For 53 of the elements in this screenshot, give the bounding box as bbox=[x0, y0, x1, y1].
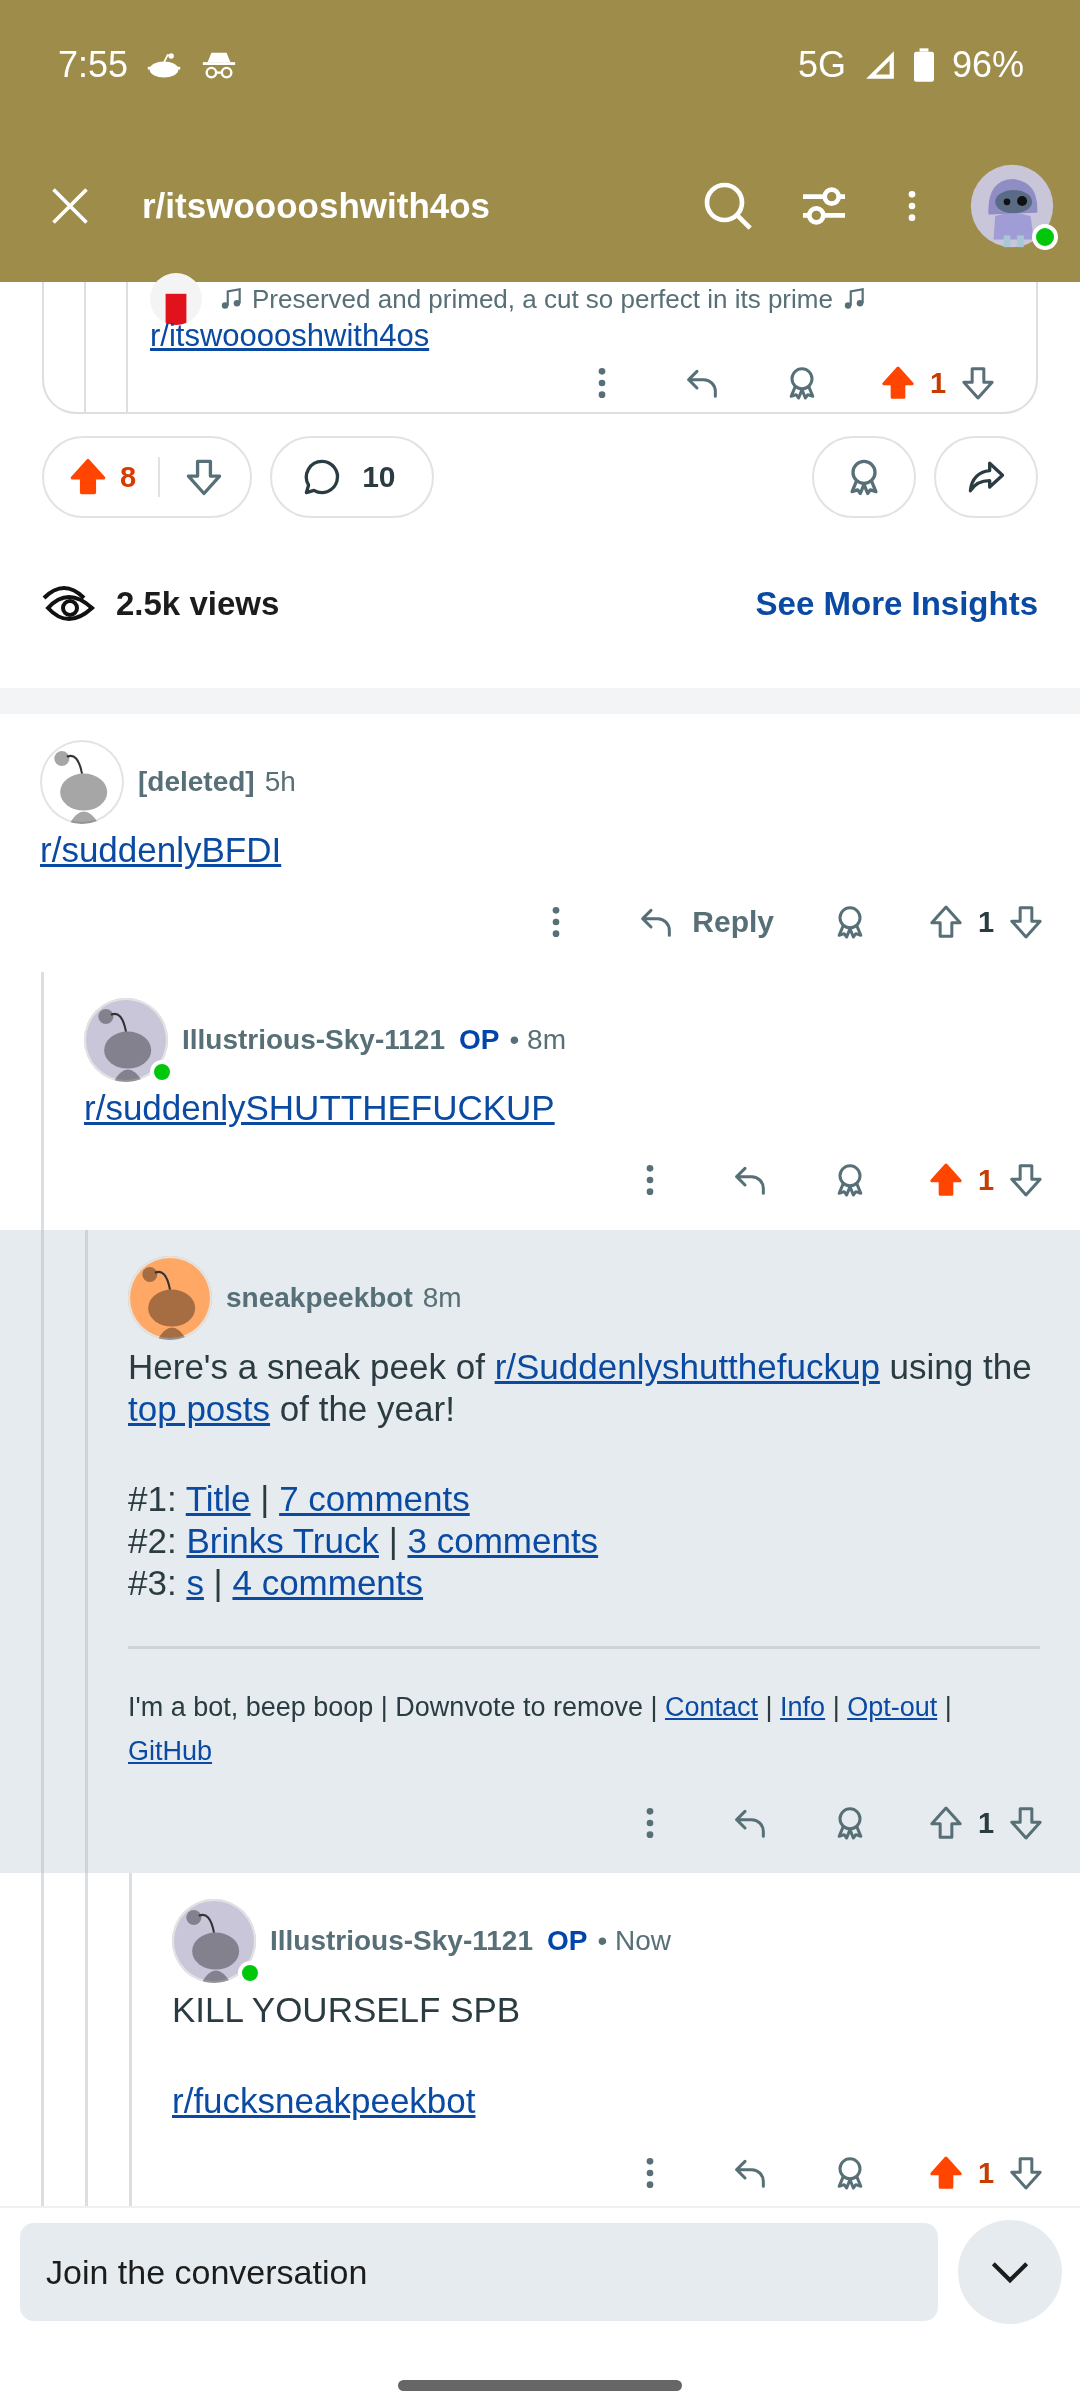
link[interactable]: 7 comments bbox=[279, 1479, 470, 1518]
link[interactable]: r/fucksneakpeekbot bbox=[172, 2079, 476, 2123]
op-label: OP bbox=[459, 1024, 500, 1056]
vote-count: 1 bbox=[976, 1163, 996, 1197]
avatar-icon[interactable] bbox=[150, 273, 202, 325]
link[interactable]: 3 comments bbox=[407, 1521, 599, 1560]
link[interactable]: Contact bbox=[665, 1692, 759, 1722]
vote-count: 1 bbox=[928, 366, 948, 400]
timestamp: • 8m bbox=[509, 1024, 566, 1056]
battery-level: 96% bbox=[951, 44, 1024, 86]
reply-button[interactable]: Reply bbox=[632, 902, 774, 942]
link[interactable]: 4 comments bbox=[232, 1563, 424, 1602]
username[interactable]: Illustrious-Sky-1121 bbox=[182, 1024, 445, 1056]
avatar-icon[interactable] bbox=[970, 164, 1054, 248]
insights-link[interactable]: See More Insights bbox=[755, 585, 1038, 623]
link[interactable]: Opt-out bbox=[847, 1692, 938, 1722]
bot-footer: I'm a bot, beep boop | Downvote to remove | Contact | Info | Opt-out | GitHub bbox=[128, 1685, 1040, 1773]
clock: 7:55 bbox=[58, 44, 129, 86]
comment-text: KILL YOURSELF SPB bbox=[172, 1989, 522, 2031]
username[interactable]: sneakpeekbot bbox=[226, 1282, 413, 1314]
comment-text: Here's a sneak peek of r/Suddenlyshutthefuckup using the top posts of the year! bbox=[128, 1346, 1033, 1430]
comments-button[interactable]: 10 bbox=[270, 436, 434, 518]
link[interactable]: r/itswooooshwith4os bbox=[150, 318, 1036, 354]
link[interactable]: r/suddenlyBFDI bbox=[40, 828, 282, 872]
subreddit-title: r/itswooooshwith4os bbox=[142, 186, 492, 226]
post-line: #3: s | 4 comments bbox=[128, 1562, 425, 1604]
op-label: OP bbox=[547, 1925, 588, 1957]
timestamp: 5h bbox=[264, 766, 296, 798]
link[interactable]: top posts bbox=[128, 1389, 271, 1428]
username[interactable]: Illustrious-Sky-1121 bbox=[270, 1925, 533, 1957]
link[interactable]: Info bbox=[780, 1692, 826, 1722]
vote-count: 1 bbox=[976, 2156, 996, 2190]
link[interactable]: Title bbox=[185, 1479, 251, 1518]
timestamp: 8m bbox=[422, 1282, 462, 1314]
comment-input[interactable]: Join the conversation bbox=[20, 2223, 938, 2321]
link[interactable]: Brinks Truck bbox=[186, 1521, 379, 1560]
link[interactable]: GitHub bbox=[128, 1736, 213, 1766]
network-type: 5G bbox=[797, 44, 846, 86]
vote-count: 8 bbox=[120, 460, 137, 494]
battery-icon bbox=[913, 48, 934, 82]
link[interactable]: r/suddenlySHUTTHEFUCKUP bbox=[84, 1086, 555, 1130]
timestamp: • Now bbox=[597, 1925, 672, 1957]
vote-count: 1 bbox=[976, 1806, 996, 1840]
post-line: #2: Brinks Truck | 3 comments bbox=[128, 1520, 600, 1562]
views-count: 2.5k views bbox=[116, 585, 280, 623]
alien-icon bbox=[146, 51, 183, 79]
link[interactable]: r/Suddenlyshutthefuckup bbox=[494, 1347, 880, 1386]
vote-count: 1 bbox=[976, 905, 996, 939]
link[interactable]: s bbox=[186, 1563, 204, 1602]
post-line: #1: Title | 7 comments bbox=[128, 1478, 471, 1520]
username[interactable]: [deleted] bbox=[138, 766, 255, 798]
comment-text: Preserved and primed, a cut so perfect in its prime bbox=[252, 283, 833, 315]
signal-icon bbox=[863, 49, 896, 81]
